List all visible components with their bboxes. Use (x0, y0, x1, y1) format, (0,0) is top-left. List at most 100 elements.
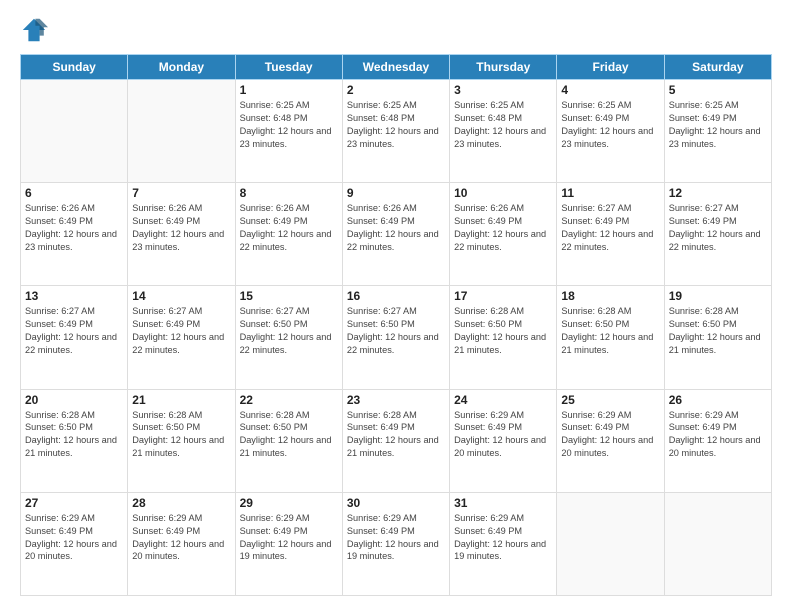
calendar-cell: 18 Sunrise: 6:28 AM Sunset: 6:50 PM Dayli… (557, 286, 664, 389)
calendar-day-header: Thursday (450, 55, 557, 80)
calendar-day-header: Tuesday (235, 55, 342, 80)
day-number: 23 (347, 393, 445, 407)
day-number: 25 (561, 393, 659, 407)
calendar-cell: 23 Sunrise: 6:28 AM Sunset: 6:49 PM Dayli… (342, 389, 449, 492)
page: SundayMondayTuesdayWednesdayThursdayFrid… (0, 0, 792, 612)
calendar-cell: 16 Sunrise: 6:27 AM Sunset: 6:50 PM Dayli… (342, 286, 449, 389)
day-number: 21 (132, 393, 230, 407)
calendar-week-row: 1 Sunrise: 6:25 AM Sunset: 6:48 PM Daylig… (21, 80, 772, 183)
day-number: 16 (347, 289, 445, 303)
calendar-cell: 8 Sunrise: 6:26 AM Sunset: 6:49 PM Daylig… (235, 183, 342, 286)
calendar-cell: 22 Sunrise: 6:28 AM Sunset: 6:50 PM Dayli… (235, 389, 342, 492)
calendar-cell: 6 Sunrise: 6:26 AM Sunset: 6:49 PM Daylig… (21, 183, 128, 286)
day-detail: Sunrise: 6:27 AM Sunset: 6:50 PM Dayligh… (347, 305, 445, 357)
calendar-cell: 4 Sunrise: 6:25 AM Sunset: 6:49 PM Daylig… (557, 80, 664, 183)
calendar-cell (664, 492, 771, 595)
day-number: 10 (454, 186, 552, 200)
logo-icon (20, 16, 48, 44)
day-detail: Sunrise: 6:25 AM Sunset: 6:48 PM Dayligh… (454, 99, 552, 151)
day-number: 5 (669, 83, 767, 97)
day-number: 20 (25, 393, 123, 407)
day-detail: Sunrise: 6:26 AM Sunset: 6:49 PM Dayligh… (25, 202, 123, 254)
calendar-week-row: 20 Sunrise: 6:28 AM Sunset: 6:50 PM Dayli… (21, 389, 772, 492)
calendar-cell: 21 Sunrise: 6:28 AM Sunset: 6:50 PM Dayli… (128, 389, 235, 492)
day-number: 1 (240, 83, 338, 97)
calendar-cell (21, 80, 128, 183)
calendar-week-row: 27Sunrise: 6:29 AM Sunset: 6:49 PM Dayli… (21, 492, 772, 595)
calendar-cell: 30Sunrise: 6:29 AM Sunset: 6:49 PM Dayli… (342, 492, 449, 595)
calendar-cell: 2 Sunrise: 6:25 AM Sunset: 6:48 PM Daylig… (342, 80, 449, 183)
day-number: 11 (561, 186, 659, 200)
day-detail: Sunrise: 6:28 AM Sunset: 6:50 PM Dayligh… (132, 409, 230, 461)
day-number: 9 (347, 186, 445, 200)
day-number: 8 (240, 186, 338, 200)
day-number: 6 (25, 186, 123, 200)
calendar-cell: 10 Sunrise: 6:26 AM Sunset: 6:49 PM Dayli… (450, 183, 557, 286)
calendar-cell: 14 Sunrise: 6:27 AM Sunset: 6:49 PM Dayli… (128, 286, 235, 389)
day-detail: Sunrise: 6:26 AM Sunset: 6:49 PM Dayligh… (240, 202, 338, 254)
calendar-cell: 27Sunrise: 6:29 AM Sunset: 6:49 PM Dayli… (21, 492, 128, 595)
day-detail: Sunrise: 6:29 AM Sunset: 6:49 PM Dayligh… (25, 512, 123, 564)
calendar-day-header: Sunday (21, 55, 128, 80)
calendar-cell: 29 Sunrise: 6:29 AM Sunset: 6:49 PM Dayli… (235, 492, 342, 595)
calendar-week-row: 13 Sunrise: 6:27 AM Sunset: 6:49 PM Dayli… (21, 286, 772, 389)
calendar-cell: 17 Sunrise: 6:28 AM Sunset: 6:50 PM Dayli… (450, 286, 557, 389)
day-number: 12 (669, 186, 767, 200)
calendar-day-header: Saturday (664, 55, 771, 80)
day-number: 3 (454, 83, 552, 97)
day-detail: Sunrise: 6:28 AM Sunset: 6:50 PM Dayligh… (454, 305, 552, 357)
day-number: 4 (561, 83, 659, 97)
day-number: 15 (240, 289, 338, 303)
day-number: 18 (561, 289, 659, 303)
day-detail: Sunrise: 6:25 AM Sunset: 6:48 PM Dayligh… (347, 99, 445, 151)
day-number: 29 (240, 496, 338, 510)
calendar-cell: 19 Sunrise: 6:28 AM Sunset: 6:50 PM Dayli… (664, 286, 771, 389)
day-detail: Sunrise: 6:28 AM Sunset: 6:50 PM Dayligh… (240, 409, 338, 461)
calendar-cell: 5 Sunrise: 6:25 AM Sunset: 6:49 PM Daylig… (664, 80, 771, 183)
day-number: 14 (132, 289, 230, 303)
day-detail: Sunrise: 6:25 AM Sunset: 6:49 PM Dayligh… (669, 99, 767, 151)
day-number: 19 (669, 289, 767, 303)
calendar-cell (128, 80, 235, 183)
day-detail: Sunrise: 6:29 AM Sunset: 6:49 PM Dayligh… (240, 512, 338, 564)
day-detail: Sunrise: 6:27 AM Sunset: 6:50 PM Dayligh… (240, 305, 338, 357)
day-detail: Sunrise: 6:26 AM Sunset: 6:49 PM Dayligh… (454, 202, 552, 254)
day-detail: Sunrise: 6:29 AM Sunset: 6:49 PM Dayligh… (561, 409, 659, 461)
day-number: 24 (454, 393, 552, 407)
calendar-cell: 11Sunrise: 6:27 AM Sunset: 6:49 PM Dayli… (557, 183, 664, 286)
calendar-cell: 15 Sunrise: 6:27 AM Sunset: 6:50 PM Dayli… (235, 286, 342, 389)
day-detail: Sunrise: 6:28 AM Sunset: 6:49 PM Dayligh… (347, 409, 445, 461)
calendar-cell: 24 Sunrise: 6:29 AM Sunset: 6:49 PM Dayli… (450, 389, 557, 492)
calendar-week-row: 6 Sunrise: 6:26 AM Sunset: 6:49 PM Daylig… (21, 183, 772, 286)
day-number: 31 (454, 496, 552, 510)
day-detail: Sunrise: 6:29 AM Sunset: 6:49 PM Dayligh… (669, 409, 767, 461)
calendar-cell: 13 Sunrise: 6:27 AM Sunset: 6:49 PM Dayli… (21, 286, 128, 389)
day-detail: Sunrise: 6:28 AM Sunset: 6:50 PM Dayligh… (25, 409, 123, 461)
day-number: 30 (347, 496, 445, 510)
calendar-cell: 9Sunrise: 6:26 AM Sunset: 6:49 PM Daylig… (342, 183, 449, 286)
logo (20, 16, 52, 44)
day-detail: Sunrise: 6:29 AM Sunset: 6:49 PM Dayligh… (454, 409, 552, 461)
calendar-cell: 12Sunrise: 6:27 AM Sunset: 6:49 PM Dayli… (664, 183, 771, 286)
calendar-table: SundayMondayTuesdayWednesdayThursdayFrid… (20, 54, 772, 596)
calendar-cell: 20 Sunrise: 6:28 AM Sunset: 6:50 PM Dayli… (21, 389, 128, 492)
calendar-cell: 1Sunrise: 6:25 AM Sunset: 6:48 PM Daylig… (235, 80, 342, 183)
calendar-cell: 26 Sunrise: 6:29 AM Sunset: 6:49 PM Dayli… (664, 389, 771, 492)
calendar-cell: 7Sunrise: 6:26 AM Sunset: 6:49 PM Daylig… (128, 183, 235, 286)
calendar-day-header: Wednesday (342, 55, 449, 80)
day-number: 17 (454, 289, 552, 303)
day-detail: Sunrise: 6:28 AM Sunset: 6:50 PM Dayligh… (561, 305, 659, 357)
calendar-cell: 25 Sunrise: 6:29 AM Sunset: 6:49 PM Dayli… (557, 389, 664, 492)
day-detail: Sunrise: 6:28 AM Sunset: 6:50 PM Dayligh… (669, 305, 767, 357)
day-number: 22 (240, 393, 338, 407)
calendar-header-row: SundayMondayTuesdayWednesdayThursdayFrid… (21, 55, 772, 80)
calendar-day-header: Friday (557, 55, 664, 80)
day-number: 2 (347, 83, 445, 97)
day-detail: Sunrise: 6:29 AM Sunset: 6:49 PM Dayligh… (132, 512, 230, 564)
day-detail: Sunrise: 6:25 AM Sunset: 6:49 PM Dayligh… (561, 99, 659, 151)
day-detail: Sunrise: 6:27 AM Sunset: 6:49 PM Dayligh… (25, 305, 123, 357)
day-detail: Sunrise: 6:27 AM Sunset: 6:49 PM Dayligh… (132, 305, 230, 357)
day-number: 13 (25, 289, 123, 303)
calendar-cell: 3 Sunrise: 6:25 AM Sunset: 6:48 PM Daylig… (450, 80, 557, 183)
day-number: 26 (669, 393, 767, 407)
